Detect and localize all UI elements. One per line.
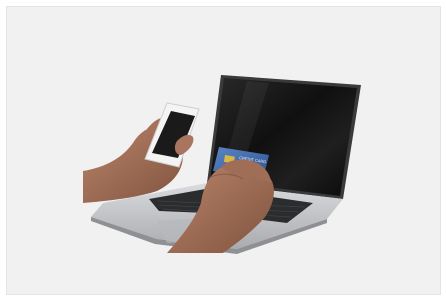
photo-frame: CREDIT CARD <box>6 6 441 295</box>
laptop-payment-photo: CREDIT CARD <box>83 75 361 254</box>
